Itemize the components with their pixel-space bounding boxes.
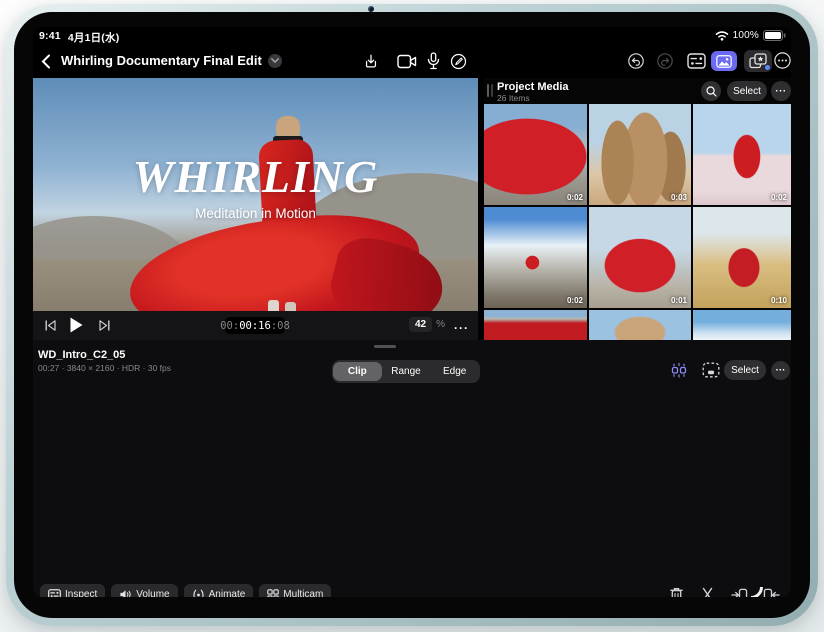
bottom-toolbar: Inspect Volume Animate Multicam (40, 584, 332, 597)
back-button[interactable] (36, 51, 56, 71)
animate-label: Animate (208, 589, 246, 597)
draw-pencil-button[interactable] (448, 51, 468, 71)
zoom-unit: % (436, 319, 446, 330)
status-bar-right: 100% (715, 30, 786, 41)
viewer-more-button[interactable]: ··· (454, 321, 469, 335)
media-thumbnail-canyon-rocks[interactable]: 0:03 (589, 104, 691, 205)
redo-button[interactable] (656, 52, 673, 69)
panel-drag-handle[interactable] (487, 84, 489, 97)
multicam-button[interactable]: Multicam (259, 584, 332, 597)
inspector-panel-button[interactable] (685, 52, 707, 70)
media-thumbnail-badlands-sky[interactable]: 0:02 (484, 207, 587, 308)
timecode-main: 00:16 (239, 319, 271, 332)
project-media-title: Project Media (497, 81, 569, 93)
screen: 9:41 4月1日(水) 100% Whirling Documentary F… (33, 27, 791, 597)
title-chevron-down-icon[interactable] (267, 53, 282, 68)
dancer-leg-left (268, 300, 279, 311)
timecode-hours: 00: (220, 319, 240, 332)
mode-clip[interactable]: Clip (333, 362, 382, 381)
timeline-drag-handle[interactable] (374, 345, 396, 348)
timeline-select-button[interactable]: Select (724, 360, 766, 380)
undo-button[interactable] (627, 52, 644, 69)
viewer-subtitle: Meditation in Motion (195, 206, 316, 221)
status-time: 9:41 (39, 30, 61, 42)
viewer-title: WHIRLING (132, 151, 379, 202)
timecode-frames: :08 (270, 319, 290, 332)
thumbnail-duration: 0:02 (770, 193, 787, 202)
overwrite-clip-icon[interactable] (763, 586, 780, 597)
connect-overlay-icon[interactable] (701, 360, 721, 380)
timeline-clip-name: WD_Intro_C2_05 (38, 349, 126, 361)
thumbnail-duration: 0:02 (566, 193, 583, 202)
multicam-label: Multicam (283, 589, 324, 597)
import-media-button[interactable] (361, 50, 381, 72)
edit-mode-segmented-control[interactable]: Clip Range Edge (332, 360, 480, 383)
transport-bar: 00: 00:16:08 42 % ··· (33, 311, 478, 340)
record-audio-button[interactable] (425, 50, 441, 72)
mode-edge[interactable]: Edge (430, 362, 479, 381)
titles-effects-button[interactable] (744, 50, 772, 72)
insert-clip-icon[interactable] (731, 586, 748, 597)
dancer-hat (276, 116, 300, 138)
record-video-button[interactable] (395, 51, 419, 71)
notification-dot (765, 65, 770, 70)
mode-range[interactable]: Range (382, 362, 431, 381)
front-camera (368, 6, 374, 12)
media-more-button[interactable]: ··· (771, 81, 791, 101)
zoom-value[interactable]: 42 (409, 317, 433, 332)
battery-icon (763, 30, 786, 41)
skip-forward-icon[interactable] (97, 319, 111, 332)
skip-back-icon[interactable] (43, 319, 57, 332)
timeline-section: WD_Intro_C2_05 00:27 · 3840 × 2160 · HDR… (33, 340, 791, 597)
search-button[interactable] (701, 81, 721, 101)
wifi-icon (715, 30, 729, 41)
timecode-display[interactable]: 00: 00:16:08 (220, 317, 290, 334)
more-options-button[interactable] (774, 52, 791, 69)
volume-label: Volume (136, 589, 170, 597)
project-media-panel: Project Media 26 Items Select ··· 0:02 0:… (484, 78, 791, 340)
media-thumbnail-hat-closeup[interactable] (589, 310, 691, 340)
inspect-button[interactable]: Inspect (40, 584, 106, 597)
animate-button[interactable]: Animate (183, 584, 254, 597)
inspect-label: Inspect (65, 589, 98, 597)
thumbnail-duration: 0:02 (566, 296, 583, 305)
battery-percent: 100% (732, 30, 759, 41)
media-select-button[interactable]: Select (727, 81, 767, 101)
media-thumbnail-tall-grass[interactable]: 0:10 (693, 207, 791, 308)
volume-button[interactable]: Volume (111, 584, 178, 597)
thumbnail-duration: 0:10 (770, 296, 787, 305)
media-thumbnail-whirl-full[interactable]: 0:01 (589, 207, 691, 308)
media-thumbnail-sky-clouds[interactable] (693, 310, 791, 340)
status-bar-left: 9:41 4月1日(水) (39, 30, 119, 45)
edit-actions (669, 586, 780, 597)
media-browser-button-active[interactable] (711, 51, 737, 71)
video-viewer[interactable]: WHIRLING Meditation in Motion (33, 78, 478, 311)
delete-icon[interactable] (669, 586, 684, 597)
zoom-control[interactable]: 42 % (409, 317, 445, 332)
panel-drag-handle2 (491, 84, 493, 97)
snapping-icon[interactable] (669, 360, 689, 380)
project-title-row[interactable]: Whirling Documentary Final Edit (61, 53, 282, 68)
timeline-more-button[interactable]: ··· (771, 361, 790, 380)
project-title: Whirling Documentary Final Edit (61, 53, 262, 68)
project-media-count: 26 Items (497, 93, 530, 103)
status-date: 4月1日(水) (67, 32, 120, 44)
thumbnail-duration: 0:03 (670, 193, 687, 202)
thumbnail-duration: 0:01 (670, 296, 687, 305)
dancer-leg-right (285, 302, 296, 311)
media-thumbnail-whirl-closeup[interactable]: 0:02 (484, 104, 587, 205)
media-thumbnail-salt-flat[interactable]: 0:02 (693, 104, 791, 205)
blade-cut-icon[interactable] (699, 586, 716, 597)
timeline-clip-meta: 00:27 · 3840 × 2160 · HDR · 30 fps (38, 363, 172, 373)
media-thumbnail-red-fabric[interactable] (484, 310, 587, 340)
play-button[interactable] (69, 316, 83, 334)
